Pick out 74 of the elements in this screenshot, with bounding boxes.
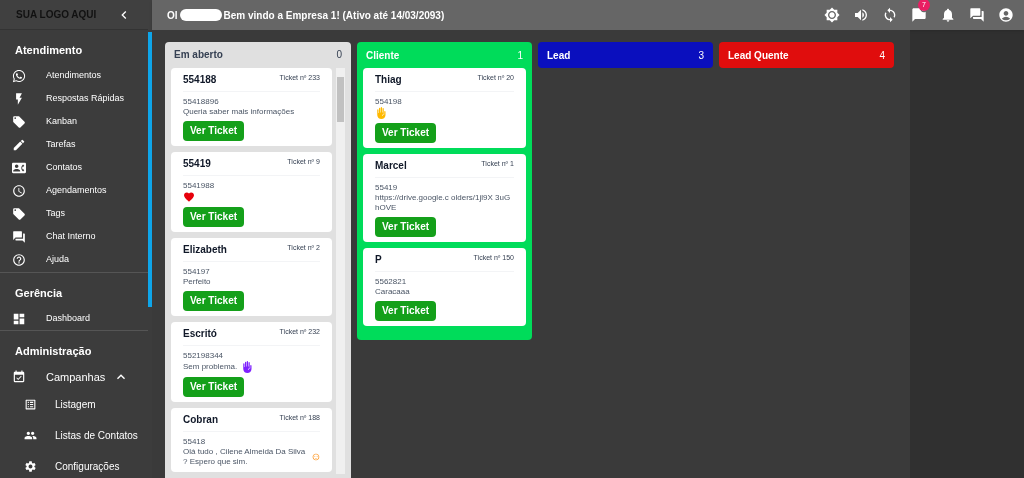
last-message: Caracaaa [375, 287, 410, 297]
chat-icon[interactable] [911, 7, 927, 23]
contact-name: Cobran [183, 412, 218, 427]
menu-item[interactable]: Dashboard [0, 307, 148, 330]
column-count: 4 [879, 48, 885, 63]
contact-name: Elizabeth [183, 242, 227, 257]
brightness-icon[interactable] [824, 7, 840, 23]
contact-card-icon [12, 161, 26, 175]
contact-name: Escritó [183, 326, 217, 341]
phone-number: 55418896 [183, 96, 220, 107]
phone-number: 554197 [183, 266, 211, 277]
column-title: Lead [547, 48, 571, 63]
refresh-icon[interactable] [882, 7, 898, 23]
menu-item[interactable]: Listas de Contatos [0, 419, 148, 451]
phone-number: 55419 [375, 183, 399, 193]
menu-item[interactable]: Agendamentos [0, 179, 148, 203]
pencil-icon [12, 138, 26, 152]
menu-item[interactable]: Contatos [0, 156, 148, 180]
section-title: Gerência [14, 285, 64, 301]
section-title: Atendimento [14, 43, 84, 58]
greeting-text: Ol [167, 8, 178, 23]
whatsapp-icon [12, 69, 26, 83]
dashboard-icon [12, 311, 26, 326]
contact-name: 554188 [183, 72, 217, 87]
menu-item[interactable]: Tarefas [0, 133, 148, 157]
hands-icon [241, 360, 254, 373]
phone-number: 554198 [375, 97, 403, 107]
phone-number: 5541988 [183, 180, 216, 191]
menu-item[interactable]: Configurações [0, 450, 148, 478]
volume-icon[interactable] [853, 7, 869, 23]
contact-name: P [375, 253, 382, 267]
last-message: Olá tudo , Cilene Almeida Da Silva ? Espero que sim. [183, 446, 307, 467]
phone-number: 55418 [183, 436, 207, 447]
greeting-text: Bem vindo a Empresa 1! (Ativo até 14/03/2093) [223, 8, 445, 23]
forum-icon[interactable] [969, 7, 985, 23]
notifications-icon[interactable] [940, 7, 956, 23]
menu-item[interactable]: Respostas Rápidas [0, 87, 148, 111]
list-icon [24, 397, 37, 411]
column-count: 0 [336, 48, 342, 63]
column-count: 3 [698, 48, 704, 63]
menu-item[interactable]: Ajuda [0, 248, 148, 272]
contact-name: Thiag [375, 73, 402, 87]
help-icon [12, 253, 26, 267]
last-message: Perfeito [183, 276, 211, 287]
calendar-icon [12, 370, 26, 384]
chat-icon [12, 230, 26, 244]
last-message: Queria saber mais informações [183, 106, 295, 117]
last-message: Sem problema. [183, 361, 238, 372]
section-title: Administração [14, 344, 93, 359]
menu-item[interactable]: Campanhas [0, 365, 148, 389]
phone-number: 5562821 [375, 277, 408, 287]
tag-icon [12, 207, 26, 221]
menu-item[interactable]: Kanban [0, 110, 148, 134]
column-title: Cliente [366, 48, 400, 63]
menu-item[interactable]: Listagem [0, 388, 148, 420]
clock-icon [12, 184, 26, 198]
settings-icon [24, 459, 37, 473]
phone-number: 552198344 [183, 350, 225, 361]
menu-item[interactable]: Tags [0, 202, 148, 226]
menu-item[interactable]: Chat Interno [0, 225, 148, 249]
column-count: 1 [517, 48, 523, 63]
scrollbar[interactable] [336, 67, 345, 474]
sidebar-scrollbar[interactable] [148, 0, 152, 478]
heart-icon [183, 190, 195, 203]
hands-icon [375, 107, 387, 119]
redaction-mark [179, 9, 222, 21]
contact-name: 55419 [183, 156, 211, 171]
column-title: Lead Quente [728, 48, 789, 63]
account-icon[interactable] [998, 7, 1014, 23]
menu-item[interactable]: Atendimentos [0, 64, 148, 88]
column-title: Em aberto [174, 48, 223, 63]
last-message: https://drive.google.c olders/1jl9X 3uGhOVE [375, 193, 512, 213]
contact-name: Marcel [375, 159, 407, 173]
tag-icon [12, 115, 26, 129]
